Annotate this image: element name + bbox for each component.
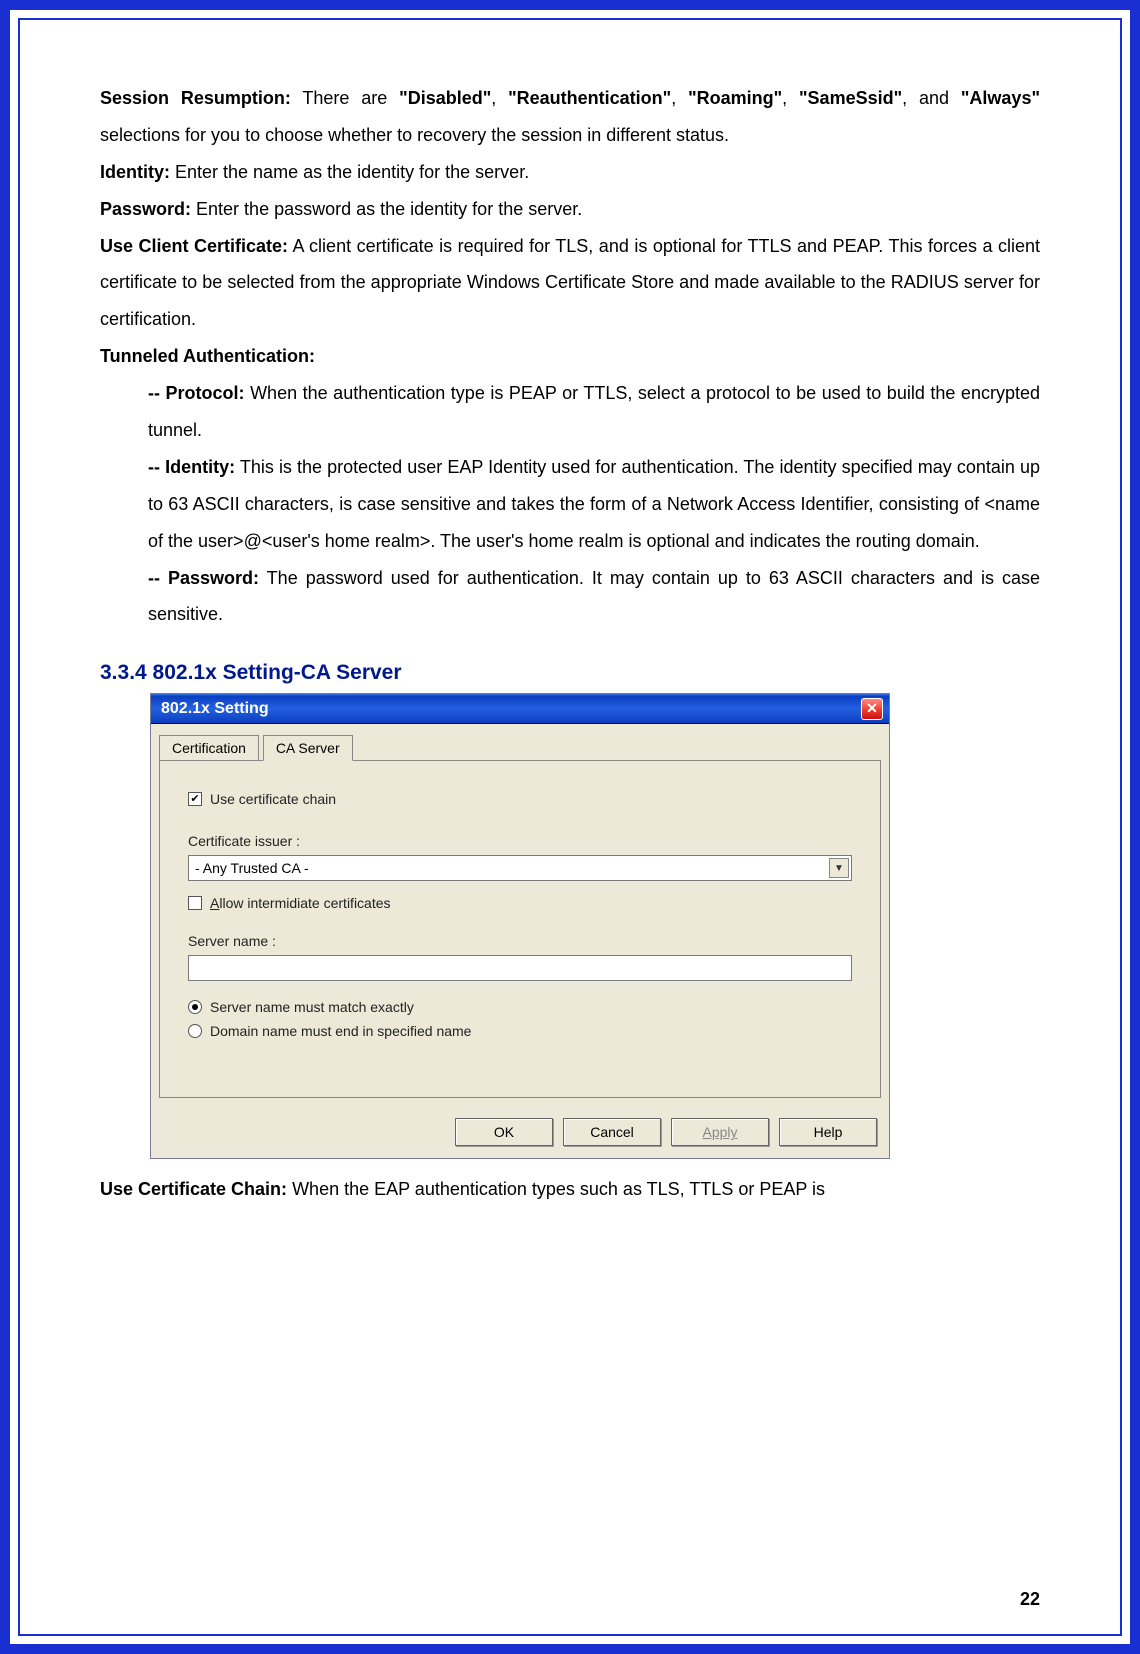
radio-domain-end[interactable] <box>188 1024 202 1038</box>
combo-cert-issuer[interactable]: - Any Trusted CA - ▼ <box>188 855 852 881</box>
close-icon: ✕ <box>866 700 878 717</box>
trailing-paragraph: Use Certificate Chain: When the EAP auth… <box>100 1171 1040 1208</box>
ok-button[interactable]: OK <box>455 1118 553 1146</box>
tab-certification[interactable]: Certification <box>159 735 259 760</box>
label-match-exactly: Server name must match exactly <box>210 999 414 1015</box>
apply-button[interactable]: Apply <box>671 1118 769 1146</box>
row-radio-exact: Server name must match exactly <box>188 999 852 1015</box>
cancel-button[interactable]: Cancel <box>563 1118 661 1146</box>
tab-ca-server[interactable]: CA Server <box>263 735 353 761</box>
dialog-titlebar: 802.1x Setting ✕ <box>151 694 889 724</box>
section-heading: 3.3.4 802.1x Setting-CA Server <box>100 661 1040 685</box>
dialog-8021x-setting: 802.1x Setting ✕ Certification CA Server… <box>150 693 890 1159</box>
tab-strip: Certification CA Server <box>151 724 889 760</box>
para-session-resumption: Session Resumption: There are "Disabled"… <box>100 80 1040 154</box>
body-text-block: Session Resumption: There are "Disabled"… <box>100 80 1040 633</box>
checkbox-use-cert-chain[interactable] <box>188 792 202 806</box>
row-allow-intermediate: Allow intermidiate certificates <box>188 895 852 911</box>
checkbox-allow-intermediate[interactable] <box>188 896 202 910</box>
label-use-cert-chain-trailing: Use Certificate Chain: <box>100 1179 287 1199</box>
dialog-button-bar: OK Cancel Apply Help <box>151 1108 889 1158</box>
input-server-name[interactable] <box>188 955 852 981</box>
combo-cert-issuer-value: - Any Trusted CA - <box>195 860 309 876</box>
label-use-cert-chain: Use certificate chain <box>210 791 336 807</box>
chevron-down-icon: ▼ <box>829 858 849 878</box>
para-use-client-cert: Use Client Certificate: A client certifi… <box>100 228 1040 339</box>
para-password: Password: Enter the password as the iden… <box>100 191 1040 228</box>
para-tunneled-password: -- Password: The password used for authe… <box>100 560 1040 634</box>
dialog-title: 802.1x Setting <box>161 700 269 718</box>
para-identity: Identity: Enter the name as the identity… <box>100 154 1040 191</box>
row-use-cert-chain: Use certificate chain <box>188 791 852 807</box>
page-outer-frame: Session Resumption: There are "Disabled"… <box>0 0 1140 1654</box>
tab-panel-ca-server: Use certificate chain Certificate issuer… <box>159 760 881 1098</box>
label-server-name: Server name : <box>188 933 852 949</box>
page-number: 22 <box>1020 1589 1040 1610</box>
para-protocol: -- Protocol: When the authentication typ… <box>100 375 1040 449</box>
radio-match-exactly[interactable] <box>188 1000 202 1014</box>
close-button[interactable]: ✕ <box>861 698 883 720</box>
help-button[interactable]: Help <box>779 1118 877 1146</box>
page-inner-frame: Session Resumption: There are "Disabled"… <box>18 18 1122 1636</box>
para-tunneled-auth: Tunneled Authentication: <box>100 338 1040 375</box>
label-allow-intermediate: Allow intermidiate certificates <box>210 895 391 911</box>
row-radio-domain: Domain name must end in specified name <box>188 1023 852 1039</box>
label-cert-issuer: Certificate issuer : <box>188 833 852 849</box>
label-session-resumption: Session Resumption: <box>100 88 291 108</box>
label-domain-end: Domain name must end in specified name <box>210 1023 471 1039</box>
para-tunneled-identity: -- Identity: This is the protected user … <box>100 449 1040 560</box>
